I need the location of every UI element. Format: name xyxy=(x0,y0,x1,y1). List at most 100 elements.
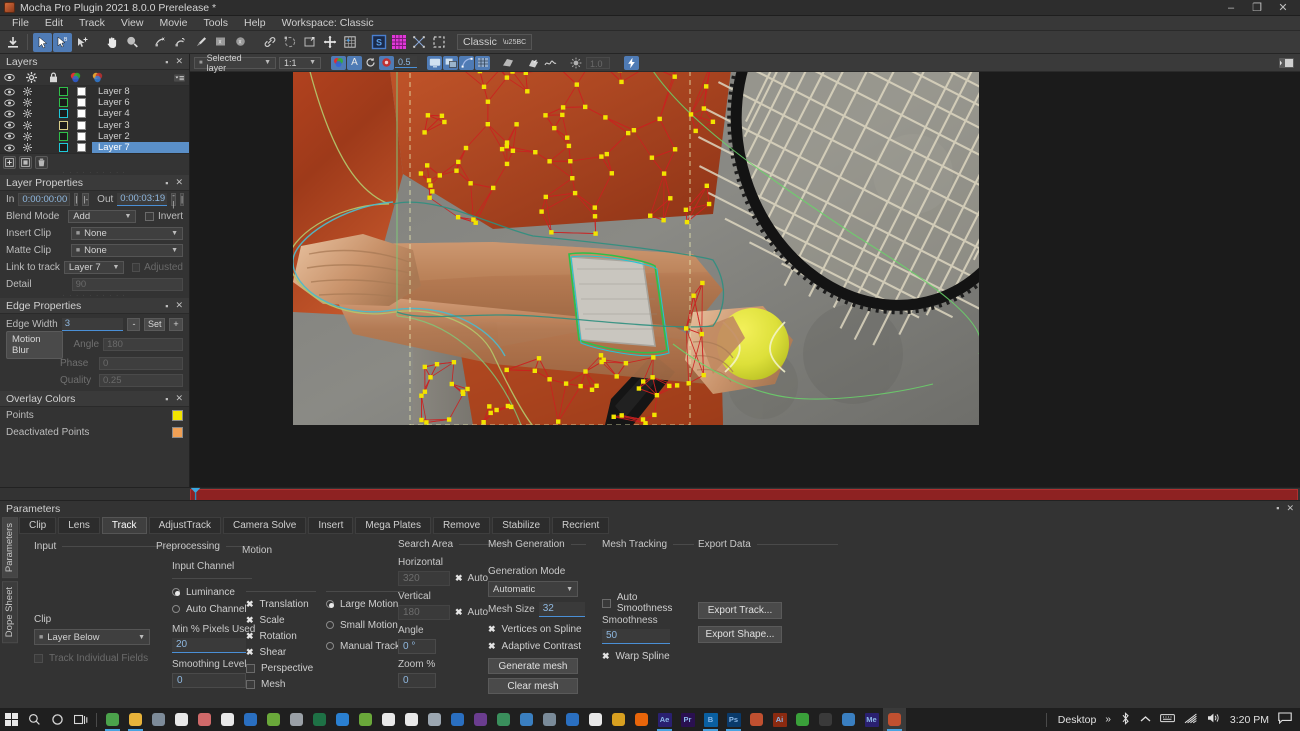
layer-color-swatch[interactable] xyxy=(54,143,72,152)
angle-field[interactable]: 180 xyxy=(103,338,183,351)
timeline-playhead[interactable] xyxy=(190,487,201,501)
firefox-icon[interactable] xyxy=(630,708,653,731)
edge-width-set-button[interactable]: Set xyxy=(144,318,164,331)
menu-view[interactable]: View xyxy=(113,16,152,31)
tracking-point[interactable] xyxy=(428,183,432,187)
tracking-point[interactable] xyxy=(662,171,666,175)
tracking-point[interactable] xyxy=(461,392,465,396)
tracking-point[interactable] xyxy=(482,85,486,89)
link-layer-tool[interactable] xyxy=(260,33,279,52)
layer-row[interactable]: Layer 7 xyxy=(0,142,189,153)
tracking-point[interactable] xyxy=(675,383,679,387)
edge-width-plus-button[interactable]: + xyxy=(169,318,183,331)
tracking-point[interactable] xyxy=(547,159,551,163)
tracking-point[interactable] xyxy=(612,415,616,419)
tracking-point[interactable] xyxy=(454,169,458,173)
tracking-point[interactable] xyxy=(464,146,468,150)
stabilize-tool[interactable]: S xyxy=(369,33,388,52)
tracking-point[interactable] xyxy=(704,84,708,88)
tracking-point[interactable] xyxy=(691,294,695,298)
tracking-point[interactable] xyxy=(687,381,691,385)
file-explorer-icon[interactable] xyxy=(124,708,147,731)
layer-visibility-icon[interactable] xyxy=(0,144,18,152)
outlook-icon[interactable] xyxy=(239,708,262,731)
bridge-icon[interactable]: B xyxy=(699,708,722,731)
layer-fill-swatch[interactable] xyxy=(72,121,90,130)
tracking-point[interactable] xyxy=(564,381,568,385)
layer-name[interactable]: Layer 7 xyxy=(92,142,189,153)
layer-row[interactable]: Layer 3 xyxy=(0,120,189,131)
zoom-level-dropdown[interactable]: 1:1 ▼ xyxy=(279,57,321,69)
layer-color-swatch[interactable] xyxy=(54,121,72,130)
viewer-canvas[interactable]: ■ Selected layer ▼ 1:1 ▼ A xyxy=(190,54,1300,487)
silhouette-icon[interactable] xyxy=(814,708,837,731)
warp-spline-row[interactable]: ✖ Warp Spline xyxy=(602,649,694,663)
tracking-point[interactable] xyxy=(711,120,715,124)
tracking-point[interactable] xyxy=(447,417,451,421)
layer-color-swatch[interactable] xyxy=(54,98,72,107)
layer-visibility-icon[interactable] xyxy=(0,99,18,107)
matte-cycle-icon[interactable] xyxy=(363,56,378,70)
tracking-point[interactable] xyxy=(593,231,597,235)
edge-width-field[interactable]: 3 xyxy=(62,318,124,331)
float-edgeprops-icon[interactable]: ▪ xyxy=(165,301,168,311)
tracking-point[interactable] xyxy=(570,176,574,180)
motion-check-mesh[interactable]: Mesh xyxy=(246,677,324,691)
tracking-point[interactable] xyxy=(700,332,704,336)
tab-recrient[interactable]: Recrient xyxy=(552,517,609,534)
tracking-point[interactable] xyxy=(561,105,565,109)
insert-clip-dropdown[interactable]: ■ None ▼ xyxy=(71,227,183,240)
smoothing-level-field[interactable]: 0 xyxy=(172,673,246,688)
export-shape-button[interactable]: Export Shape... xyxy=(698,626,782,643)
tracking-point[interactable] xyxy=(438,173,442,177)
tracking-point[interactable] xyxy=(491,186,495,190)
layer-row[interactable]: Layer 2 xyxy=(0,131,189,142)
tracking-point[interactable] xyxy=(702,106,706,110)
layer-name[interactable]: Layer 8 xyxy=(92,86,189,97)
tracking-point[interactable] xyxy=(511,149,515,153)
close-panel-icon[interactable]: ✕ xyxy=(175,56,183,67)
motion-path-icon[interactable] xyxy=(543,56,558,70)
illustrator-icon[interactable]: Ai xyxy=(768,708,791,731)
tracking-point[interactable] xyxy=(705,184,709,188)
tab-insert[interactable]: Insert xyxy=(308,517,353,534)
leaf-icon[interactable] xyxy=(262,708,285,731)
motion-check-rotation[interactable]: ✖Rotation xyxy=(246,629,324,643)
tracking-point[interactable] xyxy=(539,209,543,213)
windows-start-icon[interactable] xyxy=(0,708,23,731)
document3-icon[interactable] xyxy=(377,708,400,731)
export-track-button[interactable]: Export Track... xyxy=(698,602,782,619)
photoshop-icon[interactable]: Ps xyxy=(722,708,745,731)
export-icon[interactable] xyxy=(3,33,22,52)
layer-row[interactable]: Layer 6 xyxy=(0,97,189,108)
tracking-point[interactable] xyxy=(537,356,541,360)
menu-workspace[interactable]: Workspace: Classic xyxy=(274,16,382,31)
tracking-image[interactable] xyxy=(293,54,979,425)
reshape-tool[interactable] xyxy=(280,33,299,52)
in-timecode-field[interactable]: 0:00:00:00 xyxy=(18,193,70,206)
ellipse-spline-tool[interactable]: x xyxy=(231,33,250,52)
tracking-point[interactable] xyxy=(685,220,689,224)
tracking-point[interactable] xyxy=(615,374,619,378)
tracking-point[interactable] xyxy=(661,218,665,222)
tracking-point[interactable] xyxy=(481,420,485,424)
close-button[interactable]: ✕ xyxy=(1270,0,1296,16)
tracking-point[interactable] xyxy=(486,122,490,126)
motion-check-shear[interactable]: ✖Shear xyxy=(246,645,324,659)
excel2-icon[interactable] xyxy=(791,708,814,731)
blend-mode-dropdown[interactable]: Add ▼ xyxy=(68,210,136,223)
render-flash-icon[interactable] xyxy=(624,56,639,70)
layer-fill-swatch[interactable] xyxy=(72,132,90,141)
zoom-magnifier-tool[interactable] xyxy=(122,33,141,52)
layer-settings-icon[interactable] xyxy=(18,132,36,141)
vertices-on-spline-check[interactable]: ✖ xyxy=(488,624,496,635)
layer-name[interactable]: Layer 3 xyxy=(92,120,189,131)
perspective-tool[interactable] xyxy=(409,33,428,52)
tracking-point[interactable] xyxy=(641,417,645,421)
tracking-point[interactable] xyxy=(425,163,429,167)
document-icon[interactable] xyxy=(170,708,193,731)
photo-icon[interactable] xyxy=(423,708,446,731)
tracking-point[interactable] xyxy=(667,384,671,388)
tracking-point[interactable] xyxy=(465,387,469,391)
tracking-point[interactable] xyxy=(543,113,547,117)
